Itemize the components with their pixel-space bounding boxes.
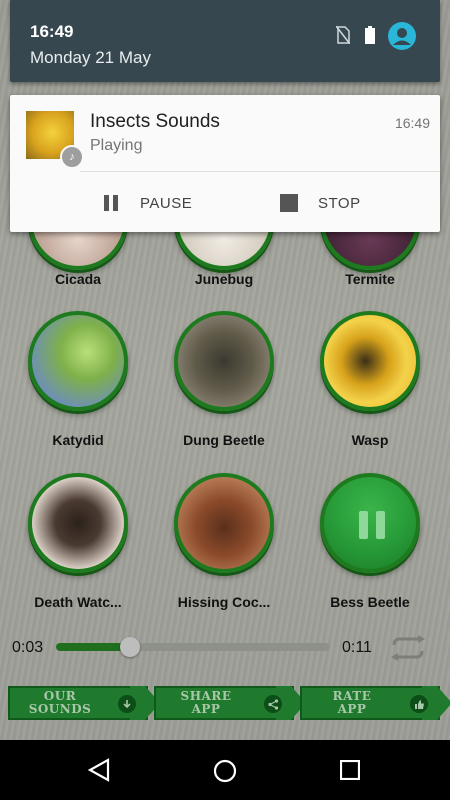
dung-beetle-image[interactable] <box>174 311 274 411</box>
media-notification[interactable]: ♪ Insects Sounds Playing 16:49 PAUSE STO… <box>10 95 440 232</box>
no-sim-icon <box>335 25 351 49</box>
total-time: 0:11 <box>342 639 372 656</box>
insect-label-dung-beetle: Dung Beetle <box>183 432 265 448</box>
insect-label-death-watch: Death Watc... <box>34 594 122 610</box>
battery-icon <box>364 26 376 49</box>
stop-action[interactable]: STOP <box>280 191 361 215</box>
quick-settings-shade[interactable]: 16:49 Monday 21 May <box>10 0 440 82</box>
music-note-icon: ♪ <box>60 145 84 169</box>
thumbs-up-icon <box>410 695 428 713</box>
insect-label-katydid: Katydid <box>52 432 104 448</box>
insect-label-termite: Termite <box>345 271 395 287</box>
pause-action-label: PAUSE <box>140 194 193 212</box>
divider <box>80 171 440 172</box>
bess-beetle-play-button[interactable] <box>320 473 420 573</box>
death-watch-beetle-image[interactable] <box>28 473 128 573</box>
current-time: 0:03 <box>12 639 44 656</box>
home-icon[interactable] <box>213 759 237 788</box>
status-date: Monday 21 May <box>30 48 151 67</box>
our-sounds-button[interactable]: OUR SOUNDS <box>8 686 160 720</box>
status-time: 16:49 <box>30 22 74 41</box>
back-icon[interactable] <box>87 758 110 787</box>
share-icon <box>264 695 282 713</box>
rate-app-label-1: RATE <box>332 689 372 703</box>
rate-app-button[interactable]: RATE APP <box>300 686 450 720</box>
wasp-image[interactable] <box>320 311 420 411</box>
insect-label-wasp: Wasp <box>351 432 389 448</box>
repeat-icon[interactable] <box>388 635 428 661</box>
notification-time: 16:49 <box>394 115 430 131</box>
stop-icon <box>280 194 298 212</box>
insect-label-bess-beetle: Bess Beetle <box>330 594 410 610</box>
share-app-button[interactable]: SHARE APP <box>154 686 306 720</box>
user-avatar-icon[interactable] <box>388 22 416 55</box>
rate-app-label-2: APP <box>337 702 367 716</box>
seek-bar-progress <box>56 643 130 651</box>
hissing-cockroach-image[interactable] <box>174 473 274 573</box>
notification-title: Insects Sounds <box>90 111 220 132</box>
download-icon <box>118 695 136 713</box>
pause-icon <box>102 194 120 212</box>
pause-icon <box>359 511 385 539</box>
pause-action[interactable]: PAUSE <box>102 191 192 215</box>
recents-icon[interactable] <box>339 759 361 785</box>
navigation-bar <box>0 740 450 800</box>
our-sounds-label-1: OUR <box>43 689 77 703</box>
stop-action-label: STOP <box>318 194 361 212</box>
seek-bar-thumb[interactable] <box>119 637 140 657</box>
share-app-label-1: SHARE <box>180 689 232 703</box>
our-sounds-label-2: SOUNDS <box>28 702 92 716</box>
share-app-label-2: APP <box>191 702 221 716</box>
insect-label-hissing-cockroach: Hissing Coc... <box>177 594 271 610</box>
seek-bar[interactable] <box>56 643 330 651</box>
insect-label-cicada: Cicada <box>55 271 101 287</box>
katydid-image[interactable] <box>28 311 128 411</box>
insect-label-junebug: Junebug <box>194 271 254 287</box>
notification-subtitle: Playing <box>90 137 143 154</box>
